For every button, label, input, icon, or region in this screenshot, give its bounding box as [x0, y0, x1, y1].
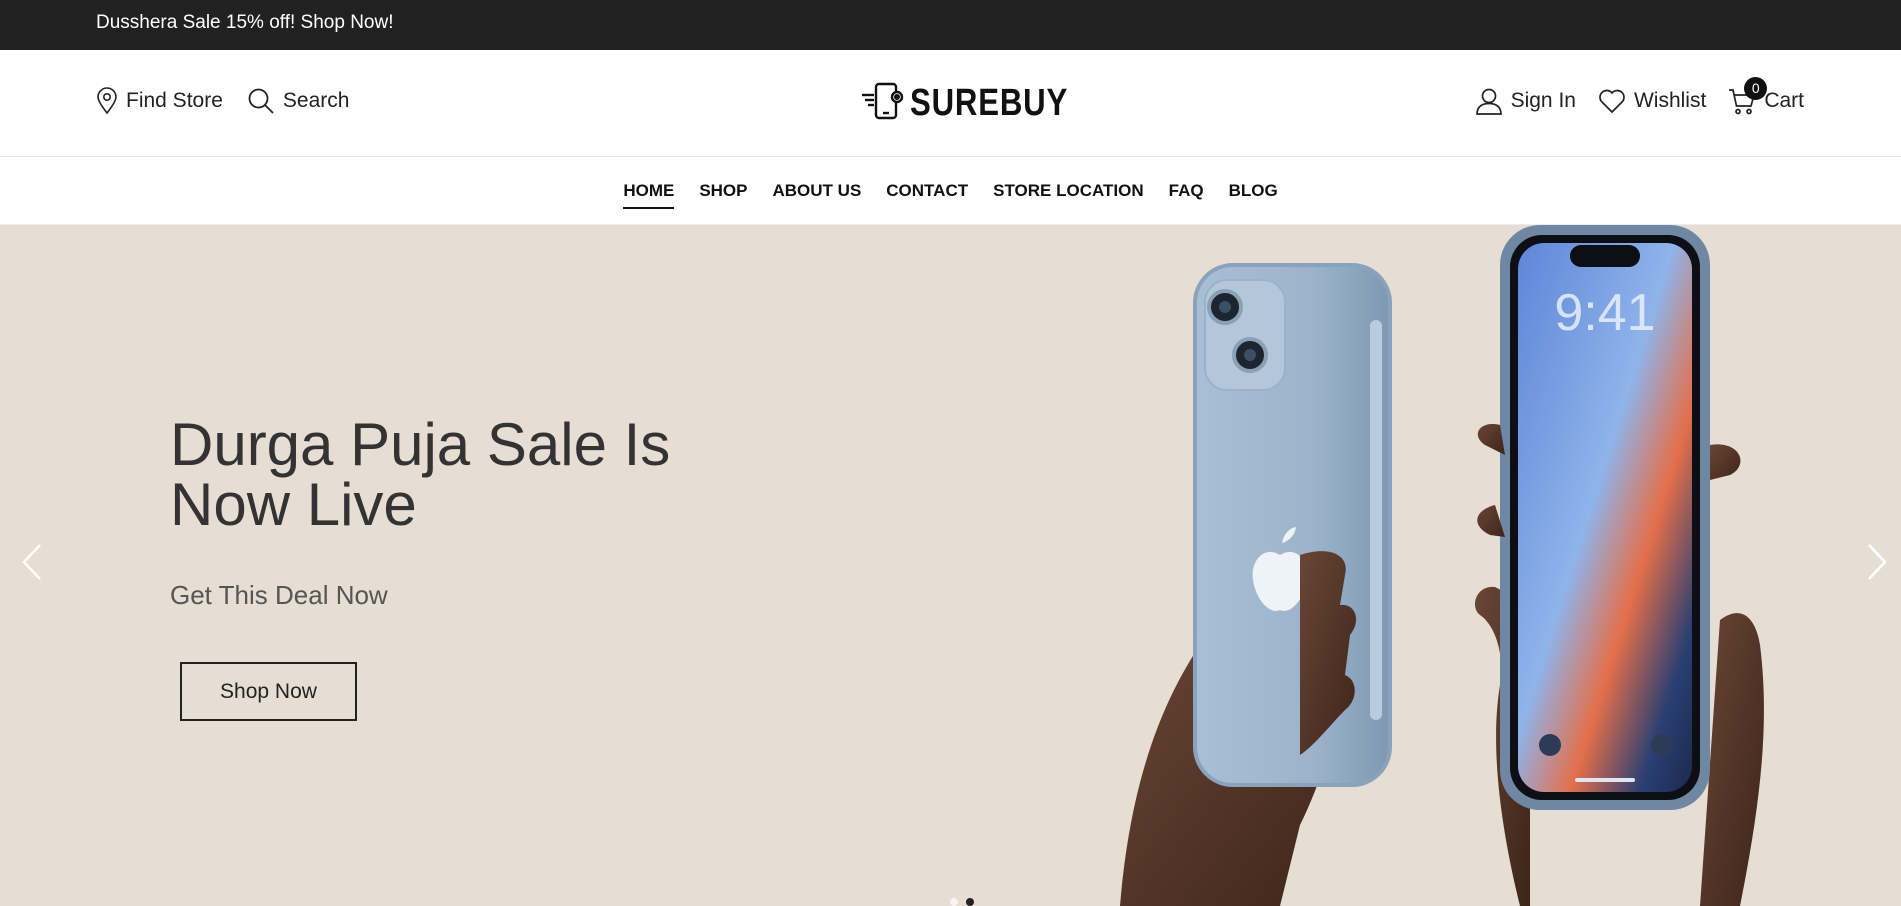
site-logo[interactable]: SUREBUY: [860, 81, 1103, 126]
nav-item-store-location[interactable]: STORE LOCATION: [993, 175, 1144, 207]
slider-prev-button[interactable]: [18, 537, 48, 587]
chevron-right-icon: [1861, 544, 1891, 591]
slider-dot-1[interactable]: [950, 898, 958, 906]
nav-item-shop[interactable]: SHOP: [699, 175, 747, 207]
slider-dot-2[interactable]: [966, 898, 974, 906]
site-header: Find Store Search SUREBUY Sign In Wishli…: [0, 50, 1901, 157]
shop-now-button[interactable]: Shop Now: [180, 662, 357, 721]
sign-in-link[interactable]: Sign In: [1475, 87, 1576, 115]
chevron-left-icon: [18, 544, 48, 591]
slider-next-button[interactable]: [1861, 537, 1891, 587]
hero-product-image: 9:41: [1100, 225, 1820, 906]
wishlist-link[interactable]: Wishlist: [1598, 88, 1706, 114]
wishlist-label: Wishlist: [1633, 89, 1707, 112]
svg-text:9:41: 9:41: [1554, 284, 1655, 342]
main-nav: HOME SHOP ABOUT US CONTACT STORE LOCATIO…: [0, 157, 1901, 225]
find-store-link[interactable]: Find Store: [96, 87, 223, 115]
announcement-text[interactable]: Dusshera Sale 15% off! Shop Now!: [96, 12, 394, 33]
cart-icon-wrap: 0: [1728, 77, 1768, 115]
hero-subtitle: Get This Deal Now: [170, 580, 388, 610]
nav-item-about-us[interactable]: ABOUT US: [773, 175, 862, 207]
nav-item-contact[interactable]: CONTACT: [886, 175, 968, 207]
cart-link[interactable]: 0 Cart: [1728, 77, 1804, 115]
nav-item-faq[interactable]: FAQ: [1169, 175, 1204, 207]
heart-icon: [1598, 88, 1626, 114]
search-link[interactable]: Search: [247, 87, 350, 115]
search-icon: [247, 87, 275, 115]
find-store-label: Find Store: [126, 89, 223, 112]
search-label: Search: [282, 89, 350, 112]
header-right-links: Sign In Wishlist 0 Cart: [1475, 77, 1804, 115]
nav-item-home[interactable]: HOME: [623, 175, 675, 209]
hero-slider: Durga Puja Sale Is Now Live Get This Dea…: [0, 225, 1901, 906]
map-pin-icon: [96, 87, 118, 115]
phone-logo-icon: [860, 81, 908, 126]
slider-dots: [950, 898, 974, 906]
nav-item-blog[interactable]: BLOG: [1229, 175, 1278, 207]
cart-label: Cart: [1764, 89, 1804, 112]
user-icon: [1475, 87, 1503, 115]
logo-text: SUREBUY: [910, 82, 1069, 124]
hero-title: Durga Puja Sale Is Now Live: [170, 411, 671, 538]
announcement-bar[interactable]: Dusshera Sale 15% off! Shop Now!: [0, 0, 1901, 50]
header-left-links: Find Store Search: [96, 87, 349, 115]
sign-in-label: Sign In: [1510, 89, 1576, 112]
